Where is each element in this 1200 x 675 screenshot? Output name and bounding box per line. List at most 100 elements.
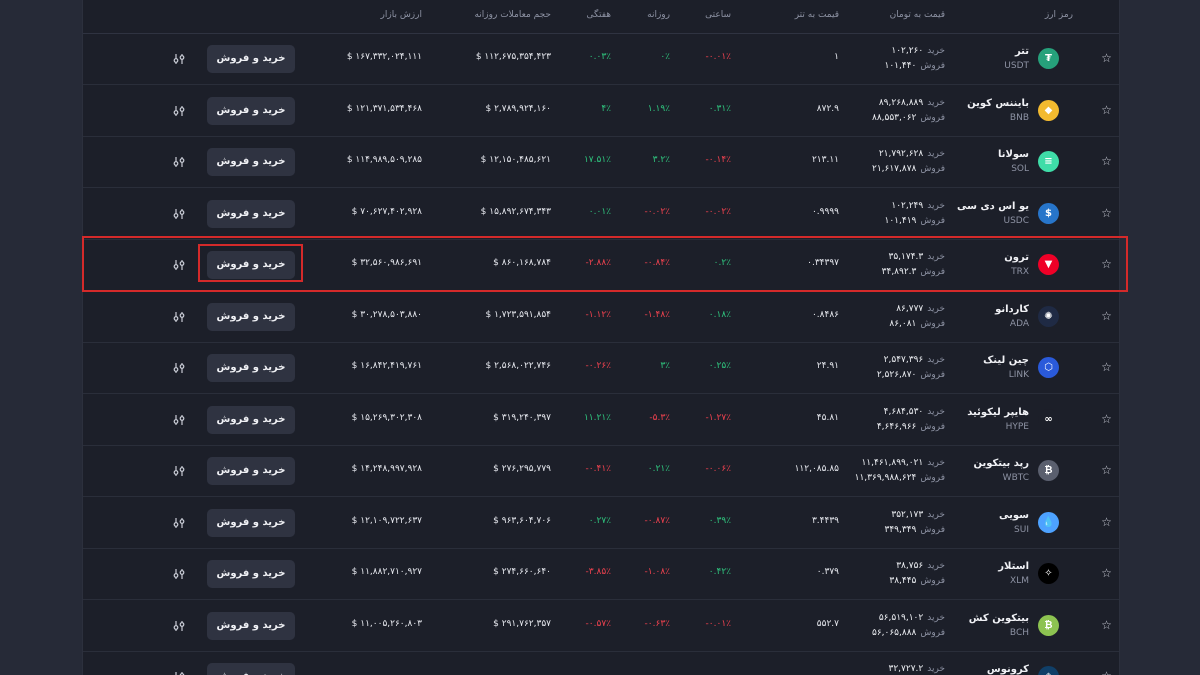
table-row[interactable]: ☆ ≡ سولانا SOL خرید۲۱,۷۹۲,۶۲۸ فروش۲۱,۶۱۷…: [83, 137, 1119, 188]
star-icon[interactable]: ☆: [1100, 412, 1113, 426]
coin-name[interactable]: بیتکوین کش: [969, 613, 1029, 624]
chart-icon[interactable]: [173, 53, 185, 65]
chart-icon[interactable]: [173, 671, 185, 675]
table-row[interactable]: ☆ ₿ رپد بیتکوین WBTC خرید۱۱,۴۶۱,۸۹۹,۰۲۱ …: [83, 446, 1119, 497]
buy-sell-button[interactable]: خرید و فروش: [207, 611, 295, 640]
star-icon[interactable]: ☆: [1100, 515, 1113, 529]
table-row[interactable]: ☆ ◆ بایننس کوین BNB خرید۸۹,۲۶۸,۸۸۹ فروش۸…: [83, 86, 1119, 137]
sell-label: فروش: [920, 576, 945, 586]
table-row[interactable]: ☆ ⬡ چین لینک LINK خرید۲,۵۴۷,۳۹۶ فروش۲,۵۲…: [83, 343, 1119, 394]
coin-name[interactable]: سویی: [999, 510, 1029, 521]
sell-price-value: ۲۱,۶۱۷,۸۷۸: [871, 164, 917, 174]
star-icon[interactable]: ☆: [1100, 361, 1113, 374]
coin-symbol: USDC: [1003, 215, 1029, 226]
buy-sell-button[interactable]: خرید و فروش: [207, 663, 295, 675]
weekly-change: -۳.۸۵٪: [585, 567, 611, 577]
coin-symbol: HYPE: [1005, 421, 1029, 432]
buy-sell-button[interactable]: خرید و فروش: [207, 199, 295, 228]
table-row[interactable]: ☆ $ یو اس دی سی USDC خرید۱۰۲,۲۴۹ فروش۱۰۱…: [83, 189, 1119, 240]
buy-label: خرید: [927, 200, 945, 211]
coin-name[interactable]: ترون: [1004, 252, 1029, 263]
daily-volume: $ ۲,۷۸۹,۹۲۴,۱۶۰: [485, 103, 551, 114]
buy-label: خرید: [927, 97, 945, 108]
sell-price-value: ۱۰۱,۴۴۰: [884, 61, 917, 71]
coin-name[interactable]: تتر: [1015, 46, 1029, 57]
coin-name[interactable]: رپد بیتکوین: [973, 458, 1029, 469]
weekly-change: ۱۱.۲۱٪: [583, 412, 611, 423]
buy-sell-button[interactable]: خرید و فروش: [207, 508, 295, 537]
star-icon[interactable]: ☆: [1100, 464, 1113, 477]
buy-sell-button[interactable]: خرید و فروش: [207, 96, 295, 125]
coin-name[interactable]: کاردانو: [995, 304, 1029, 315]
table-row[interactable]: ☆ 💧 سویی SUI خرید۳۵۲,۱۷۳ فروش۳۴۹,۳۴۹ ۳.۴…: [83, 498, 1119, 549]
star-icon[interactable]: ☆: [1100, 618, 1113, 632]
chart-icon[interactable]: [173, 362, 185, 374]
table-row[interactable]: ☆ ✧ استلار XLM خرید۳۸,۷۵۶ فروش۳۸,۴۴۵ ۰.۳…: [83, 549, 1119, 600]
buy-sell-button[interactable]: خرید و فروش: [207, 405, 295, 434]
star-icon[interactable]: ☆: [1100, 155, 1113, 168]
table-row[interactable]: ☆ ₮ تتر USDT خرید۱۰۲,۲۶۰ فروش۱۰۱,۴۴۰ ۱ -…: [83, 34, 1119, 85]
coin-name[interactable]: بایننس کوین: [967, 98, 1029, 109]
weekly-change: -۰.۴۱٪: [585, 464, 611, 474]
chart-icon[interactable]: [173, 414, 185, 426]
weekly-change: ۰.۰۱٪: [588, 206, 611, 217]
star-icon[interactable]: ☆: [1100, 258, 1113, 271]
buy-sell-button[interactable]: خرید و فروش: [207, 457, 295, 485]
chart-icon[interactable]: [173, 259, 185, 271]
star-icon[interactable]: ☆: [1100, 206, 1113, 220]
coin-name[interactable]: هایپر لیکوئید: [967, 407, 1029, 418]
chart-icon[interactable]: [173, 156, 185, 168]
daily-change: -۰.۰۲٪: [644, 206, 670, 217]
coin-symbol: USDT: [1004, 61, 1029, 71]
coin-name[interactable]: سولانا: [998, 149, 1029, 160]
usdt-icon: ₮: [1038, 48, 1059, 69]
header-market-cap[interactable]: ارزش بازار: [381, 10, 422, 20]
header-asset[interactable]: رمز ارز: [1045, 10, 1073, 20]
usdt-price: ۲۴.۹۱: [816, 361, 839, 371]
star-icon[interactable]: ☆: [1100, 670, 1113, 675]
table-row[interactable]: ☆ ✺ کاردانو ADA خرید۸۶,۷۷۷ فروش۸۶,۰۸۱ ۰.…: [83, 292, 1119, 343]
star-icon[interactable]: ☆: [1100, 103, 1113, 117]
header-volume[interactable]: حجم معاملات روزانه: [474, 10, 551, 20]
star-icon[interactable]: ☆: [1100, 309, 1113, 323]
table-row[interactable]: ☆ ▼ ترون TRX خرید۳۵,۱۷۴.۳ فروش۳۴,۸۹۲.۳ ۰…: [83, 240, 1119, 291]
hourly-change: -۰.۰۲٪: [705, 206, 731, 217]
header-hourly[interactable]: ساعتی: [705, 10, 731, 20]
buy-label: خرید: [927, 612, 945, 623]
header-daily[interactable]: روزانه: [647, 10, 670, 20]
buy-price-value: ۴,۶۸۴,۵۳۰: [883, 406, 924, 417]
chart-icon[interactable]: [173, 311, 185, 323]
buy-sell-button[interactable]: خرید و فروش: [207, 560, 295, 588]
header-weekly[interactable]: هفتگی: [587, 10, 612, 20]
buy-sell-button[interactable]: خرید و فروش: [207, 45, 295, 73]
table-row[interactable]: ☆ ∞ هایپر لیکوئید HYPE خرید۴,۶۸۴,۵۳۰ فرو…: [83, 395, 1119, 446]
chart-icon[interactable]: [173, 517, 185, 529]
buy-price: خرید۲۱,۷۹۲,۶۲۸: [879, 149, 945, 159]
star-icon[interactable]: ☆: [1100, 52, 1113, 65]
table-row[interactable]: ☆ ₿ بیتکوین کش BCH خرید۵۶,۵۱۹,۱۰۲ فروش۵۶…: [83, 601, 1119, 652]
hourly-change: ۰.۲٪: [713, 258, 731, 268]
buy-sell-button[interactable]: خرید و فروش: [207, 148, 295, 176]
buy-label: خرید: [927, 458, 945, 468]
coin-name[interactable]: کرونوس: [987, 664, 1029, 675]
chart-icon[interactable]: [173, 465, 185, 477]
sell-price: فروش۸۸,۵۵۳,۰۶۲: [872, 113, 945, 123]
table-row[interactable]: ☆ ◈ کرونوس CRO خرید۳۲,۷۲۷.۲ فروش خرید و …: [83, 652, 1119, 675]
sell-label: فروش: [920, 215, 945, 226]
coin-name[interactable]: یو اس دی سی: [957, 201, 1029, 212]
buy-sell-button[interactable]: خرید و فروش: [207, 354, 295, 382]
daily-volume: $ ۱۱۲,۶۷۵,۳۵۴,۴۲۳: [475, 52, 551, 62]
hourly-change: -۰.۱۴٪: [705, 155, 731, 165]
coin-name[interactable]: استلار: [998, 561, 1029, 572]
chart-icon[interactable]: [173, 208, 185, 220]
star-icon[interactable]: ☆: [1100, 567, 1113, 580]
header-toman-price[interactable]: قیمت به تومان: [890, 10, 945, 20]
chart-icon[interactable]: [173, 620, 185, 632]
buy-sell-button[interactable]: خرید و فروش: [207, 251, 295, 279]
chart-icon[interactable]: [173, 568, 185, 580]
buy-sell-button[interactable]: خرید و فروش: [207, 302, 295, 331]
coin-name[interactable]: چین لینک: [983, 355, 1029, 366]
chart-icon[interactable]: [173, 105, 185, 117]
header-usdt-price[interactable]: قیمت به تتر: [795, 10, 839, 20]
usdt-price: ۱: [834, 52, 839, 62]
